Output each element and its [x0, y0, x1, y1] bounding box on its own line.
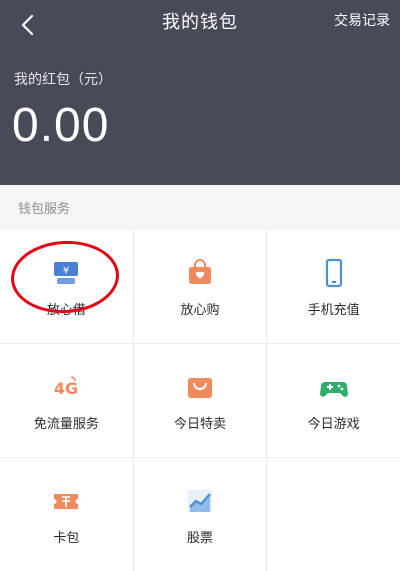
service-card-wallet[interactable]: 卡包 — [0, 458, 133, 571]
service-label: 今日游戏 — [307, 416, 360, 432]
4g-icon: 4G — [49, 370, 83, 404]
empty-cell — [267, 458, 400, 571]
balance-amount: 0.00 — [12, 99, 110, 152]
service-stocks[interactable]: 股票 — [133, 458, 267, 571]
service-phone-topup[interactable]: 手机充值 — [267, 230, 400, 343]
shopping-basket-icon — [183, 370, 217, 404]
service-label: 股票 — [186, 530, 213, 546]
service-daily-games[interactable]: 今日游戏 — [267, 344, 400, 457]
svg-text:4G: 4G — [54, 379, 78, 398]
phone-icon — [317, 256, 351, 290]
red-packet-label: 我的红包（元） — [14, 72, 112, 88]
shopping-bag-icon — [183, 256, 217, 290]
service-shopping[interactable]: 放心购 — [133, 230, 267, 343]
service-label: 免流量服务 — [33, 416, 99, 432]
ticket-icon — [49, 484, 83, 518]
stock-chart-icon — [183, 484, 217, 518]
service-label: 今日特卖 — [173, 416, 226, 432]
wallet-header: 我的钱包 交易记录 我的红包（元） 0.00 — [0, 0, 400, 185]
service-daily-sale[interactable]: 今日特卖 — [133, 344, 267, 457]
service-free-data[interactable]: 4G 免流量服务 — [0, 344, 133, 457]
section-title: 钱包服务 — [18, 202, 71, 217]
service-label: 卡包 — [53, 530, 80, 546]
service-label: 手机充值 — [307, 302, 360, 318]
gamepad-icon — [317, 370, 351, 404]
transaction-history-link[interactable]: 交易记录 — [334, 10, 390, 30]
service-label: 放心购 — [180, 302, 220, 318]
